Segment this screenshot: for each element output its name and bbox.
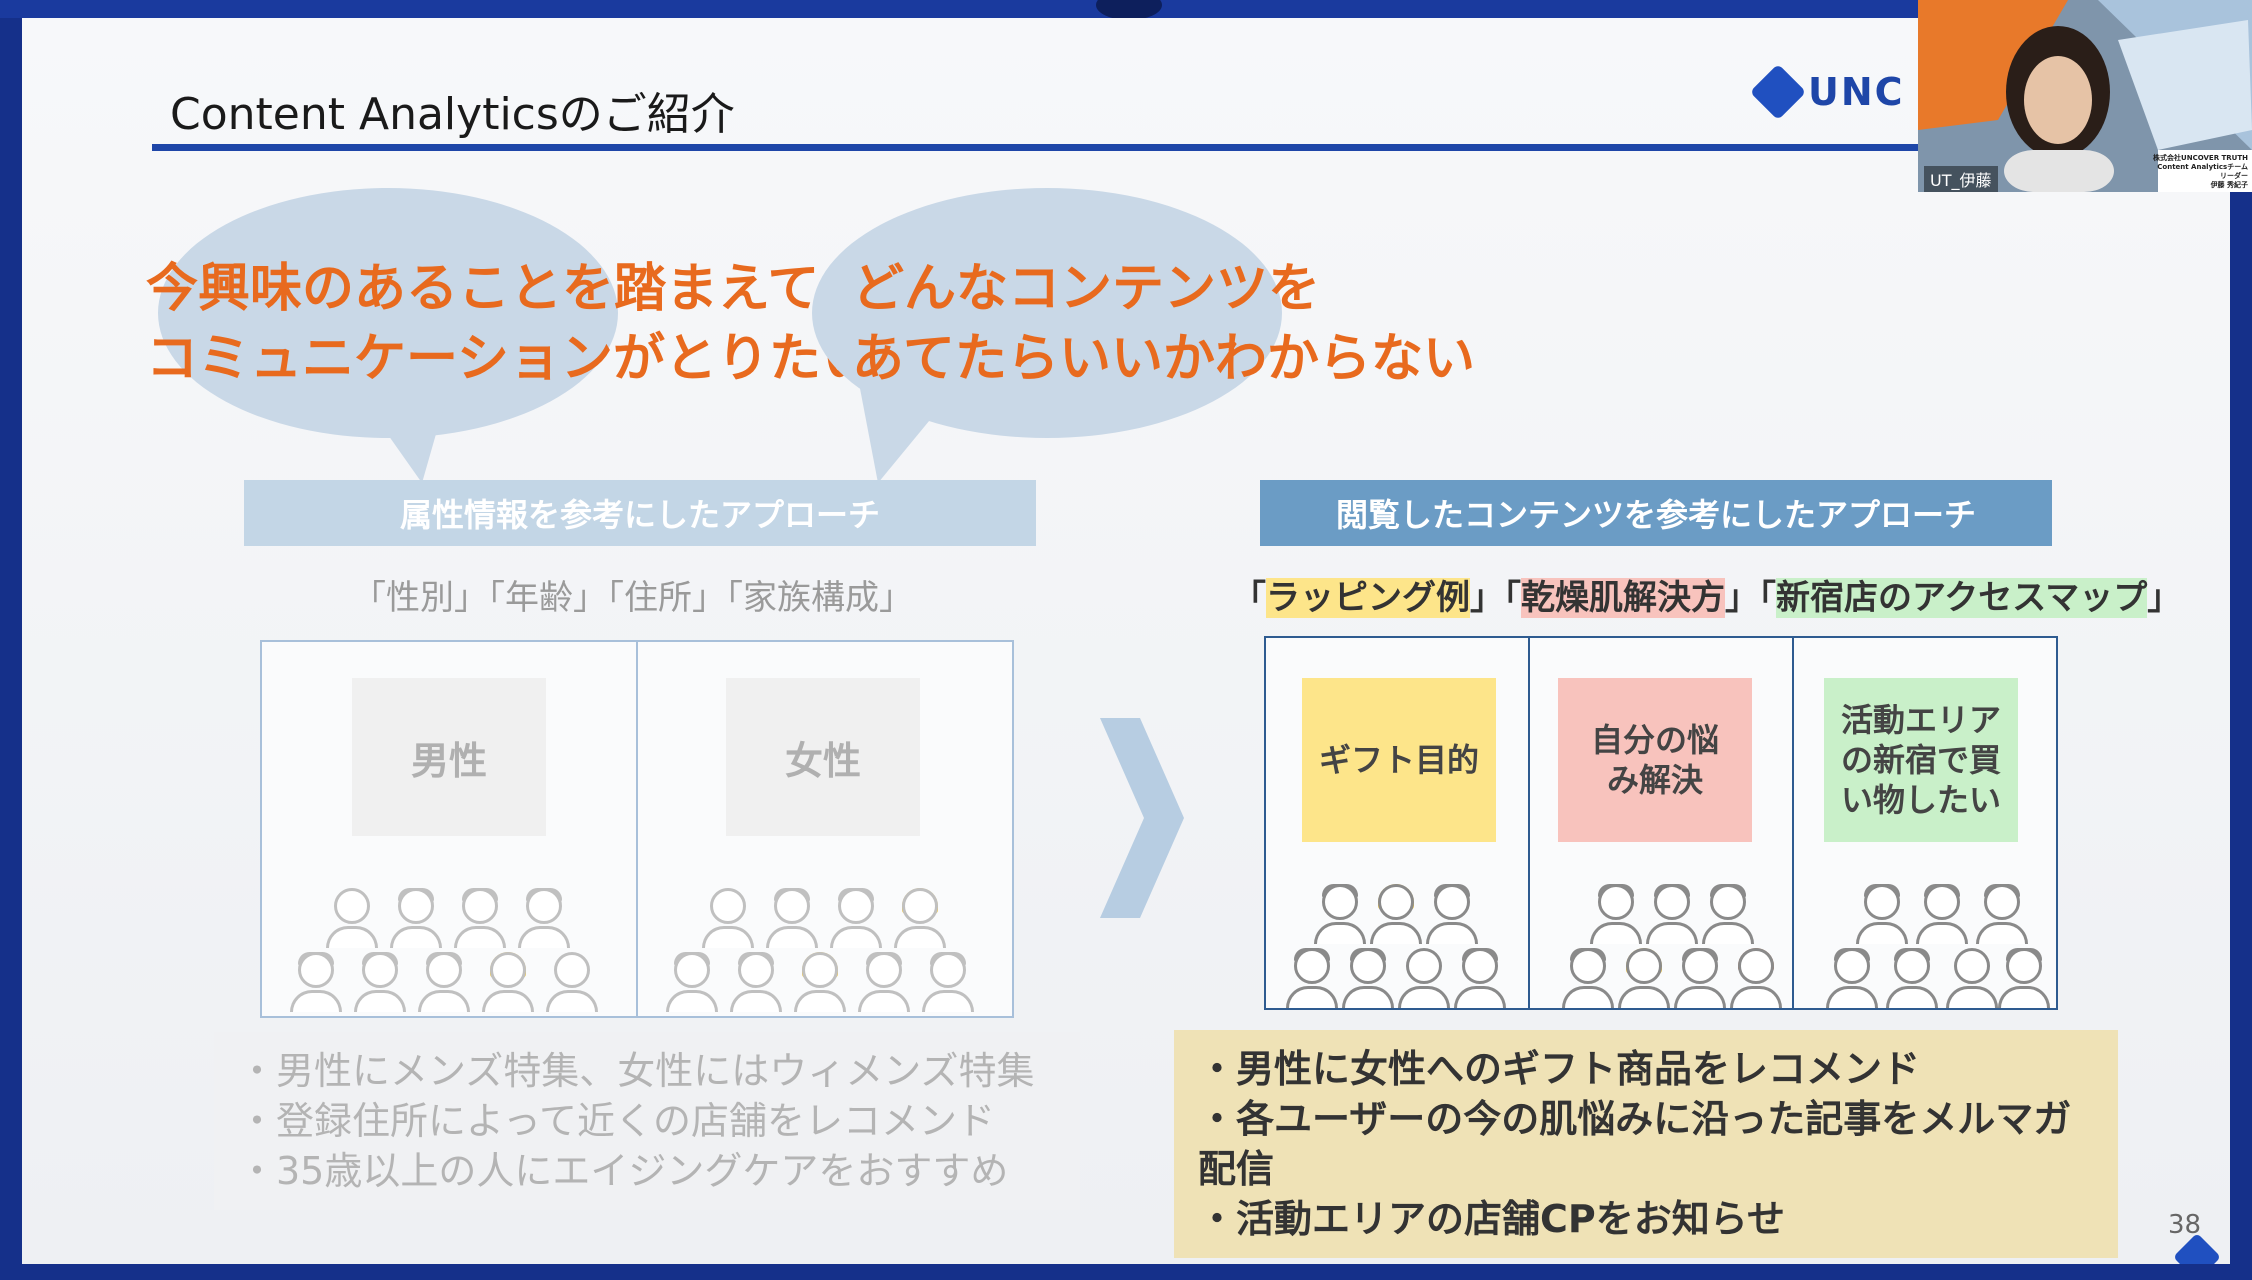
sticky-gift: ギフト目的: [1302, 678, 1496, 842]
left-bullets: ・男性にメンズ特集、女性にはウィメンズ特集 ・登録住所によって近くの店舗をレコメ…: [214, 1032, 1080, 1210]
person-icon: [1368, 884, 1424, 944]
right-contents: 「ラッピング例」「乾燥肌解決方」「新宿店のアクセスマップ」: [1232, 570, 2181, 619]
title-underline: [152, 144, 1952, 151]
bracket-close: 」: [2147, 578, 2182, 618]
chevron-right-icon: [1100, 718, 1184, 918]
group-label-female-text: 女性: [784, 738, 861, 783]
left-bullet-3: ・35歳以上の人にエイジングケアをおすすめ: [238, 1149, 1009, 1193]
logo-text: UNC: [1808, 70, 1905, 114]
content-tag-shinjuku-map: 新宿店のアクセスマップ: [1776, 578, 2148, 618]
left-attributes: 「性別」「年齢」「住所」「家族構成」: [352, 578, 913, 618]
bubble-right-line-1: どんなコンテンツを: [852, 259, 1321, 319]
bubble-right-line-2: あてたらいいかわからない: [852, 329, 1475, 389]
person-icon: [1452, 948, 1508, 1008]
person-icon: [892, 888, 948, 948]
person-icon: [1996, 948, 2052, 1008]
webcam-caption-line-2: Content Analyticsチーム: [2157, 163, 2248, 171]
person-icon: [920, 952, 976, 1012]
right-bullets: ・男性に女性へのギフト商品をレコメンド ・各ユーザーの今の肌悩みに沿った記事をメ…: [1174, 1030, 2118, 1258]
company-logo: UNC: [1749, 63, 1905, 121]
person-icon: [764, 888, 820, 948]
person-icon: [1974, 884, 2030, 944]
person-icon: [480, 952, 536, 1012]
person-icon: [1588, 884, 1644, 944]
person-icon: [1944, 948, 2000, 1008]
group-label-female: 女性: [726, 678, 920, 836]
bubble-left-line-2: コミュニケーションがとりたい: [146, 329, 873, 389]
right-bullet-3: ・活動エリアの店舗CPをお知らせ: [1198, 1197, 1785, 1241]
right-bullet-1: ・男性に女性へのギフト商品をレコメンド: [1198, 1047, 1921, 1091]
speech-bubble-left-tail: [362, 378, 452, 483]
bracket-sep-2: 」「: [1725, 578, 1776, 618]
person-icon: [516, 888, 572, 948]
left-approach-header: 属性情報を参考にしたアプローチ: [244, 480, 1036, 546]
bracket-sep-1: 」「: [1470, 578, 1521, 618]
person-icon: [388, 888, 444, 948]
person-icon: [1914, 884, 1970, 944]
person-icon: [1560, 948, 1616, 1008]
sticky-skin-text: 自分の悩み解決: [1590, 721, 1719, 799]
sticky-area-text: 活動エリアの新宿で買い物したい: [1840, 701, 2001, 819]
person-icon: [728, 952, 784, 1012]
webcam-caption-line-1: 株式会社UNCOVER TRUTH: [2153, 154, 2248, 162]
person-icon: [828, 888, 884, 948]
bracket-open: 「: [1232, 578, 1266, 618]
person-icon: [1424, 884, 1480, 944]
logo-diamond-icon: [1749, 63, 1807, 121]
person-icon: [1616, 948, 1672, 1008]
person-icon: [1672, 948, 1728, 1008]
content-tag-dry-skin: 乾燥肌解決方: [1521, 578, 1725, 618]
webcam-caption: 株式会社UNCOVER TRUTH Content Analyticsチーム リ…: [2144, 154, 2248, 190]
person-icon: [792, 952, 848, 1012]
person-icon: [1854, 884, 1910, 944]
webcam-caption-line-4: 伊藤 秀紀子: [2210, 181, 2248, 189]
webcam-video: UT_伊藤 株式会社UNCOVER TRUTH Content Analytic…: [1918, 0, 2252, 192]
person-icon: [1312, 884, 1368, 944]
person-icon: [544, 952, 600, 1012]
presentation-slide: Content Analyticsのご紹介 UNC 今興味のあることを踏まえて …: [22, 18, 2230, 1264]
right-approach-header: 閲覧したコンテンツを参考にしたアプローチ: [1260, 480, 2052, 546]
person-icon: [1340, 948, 1396, 1008]
right-bullet-2: ・各ユーザーの今の肌悩みに沿った記事をメルマガ配信: [1198, 1097, 2072, 1191]
person-icon: [452, 888, 508, 948]
sticky-area: 活動エリアの新宿で買い物したい: [1824, 678, 2018, 842]
person-icon: [700, 888, 756, 948]
person-icon: [1644, 884, 1700, 944]
person-icon: [324, 888, 380, 948]
person-icon: [416, 952, 472, 1012]
person-icon: [664, 952, 720, 1012]
webcam-caption-line-3: リーダー: [2220, 172, 2248, 180]
left-bullet-2: ・登録住所によって近くの店舗をレコメンド: [238, 1099, 995, 1143]
person-icon: [1728, 948, 1784, 1008]
speech-bubble-right-text: どんなコンテンツを あてたらいいかわからない: [852, 254, 1475, 394]
speech-bubble-right-tail: [858, 378, 948, 483]
person-icon: [1284, 948, 1340, 1008]
person-icon: [1884, 948, 1940, 1008]
bubble-left-line-1: 今興味のあることを踏まえて: [146, 259, 820, 319]
sticky-skin: 自分の悩み解決: [1558, 678, 1752, 842]
person-icon: [288, 952, 344, 1012]
person-icon: [1396, 948, 1452, 1008]
person-icon: [856, 952, 912, 1012]
group-label-male: 男性: [352, 678, 546, 836]
sticky-gift-text: ギフト目的: [1318, 741, 1479, 779]
speech-bubble-left-text: 今興味のあることを踏まえて コミュニケーションがとりたい: [146, 254, 873, 394]
content-tag-wrapping: ラッピング例: [1266, 578, 1470, 618]
left-bullet-1: ・男性にメンズ特集、女性にはウィメンズ特集: [238, 1049, 1035, 1093]
slide-title: Content Analyticsのご紹介: [170, 89, 735, 140]
webcam-name-label: UT_伊藤: [1924, 166, 1998, 192]
person-icon: [1700, 884, 1756, 944]
group-label-male-text: 男性: [410, 738, 487, 783]
person-icon: [352, 952, 408, 1012]
person-icon: [1824, 948, 1880, 1008]
